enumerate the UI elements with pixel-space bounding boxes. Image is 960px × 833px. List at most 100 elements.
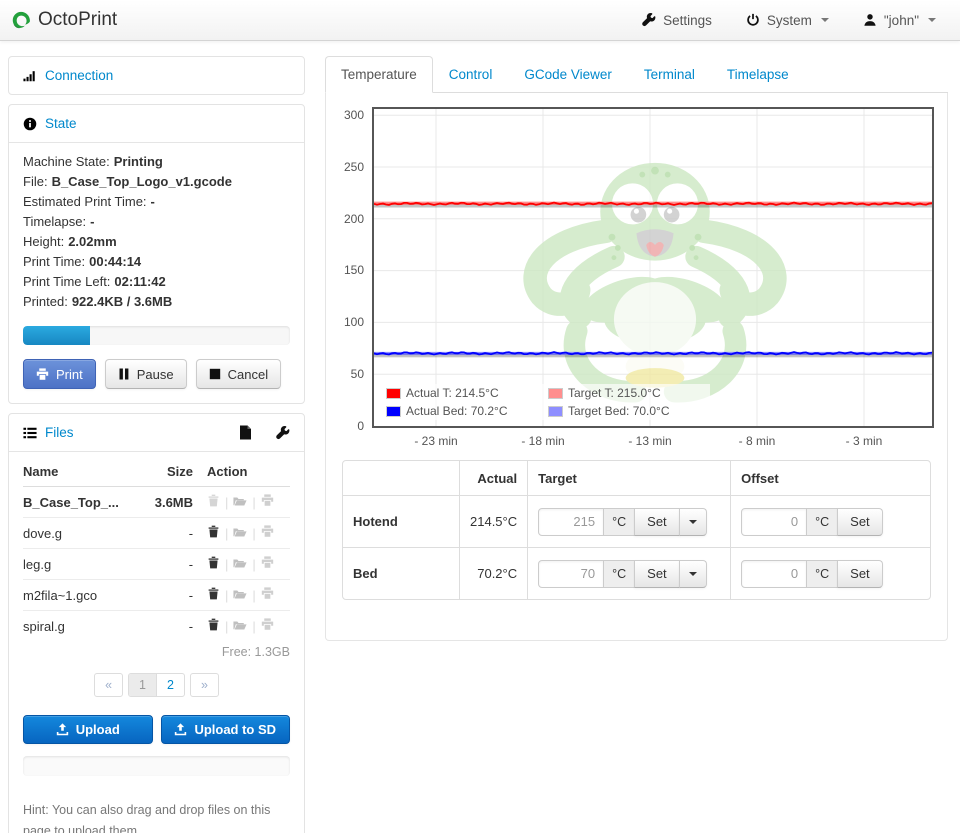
file-name[interactable]: m2fila~1.gco xyxy=(23,580,142,611)
upload-button[interactable]: Upload xyxy=(23,715,153,744)
action-separator: | xyxy=(252,495,255,510)
x-tick: - 8 min xyxy=(739,434,776,448)
state-panel-header[interactable]: State xyxy=(9,105,304,142)
pagination-next[interactable]: » xyxy=(191,674,218,696)
print-file-icon xyxy=(261,587,274,603)
bed-target-set-button[interactable]: Set xyxy=(634,560,680,588)
files-col-name: Name xyxy=(23,458,142,487)
file-row: spiral.g-|| xyxy=(23,611,290,642)
stop-icon xyxy=(209,368,221,380)
tab-timelapse[interactable]: Timelapse xyxy=(711,56,805,93)
legend-label-actual-t: Actual T: 214.5°C xyxy=(406,386,499,400)
tab-terminal[interactable]: Terminal xyxy=(628,56,711,93)
chart-x-axis-labels: - 23 min - 18 min - 13 min - 8 min - 3 m… xyxy=(372,428,934,452)
legend-swatch-target-t xyxy=(548,388,563,399)
chevron-down-icon xyxy=(821,18,829,22)
action-separator: | xyxy=(225,526,228,541)
file-size: - xyxy=(142,518,207,549)
pagination-prev[interactable]: « xyxy=(95,674,122,696)
chart-series-lines xyxy=(374,109,934,426)
print-button-label: Print xyxy=(56,367,83,382)
bed-offset-input[interactable] xyxy=(741,560,807,588)
tab-bar: Temperature Control GCode Viewer Termina… xyxy=(325,56,948,93)
file-row: dove.g-|| xyxy=(23,518,290,549)
file-name[interactable]: dove.g xyxy=(23,518,142,549)
pause-icon xyxy=(118,368,130,380)
upload-progress-bar xyxy=(23,756,290,776)
system-menu[interactable]: System xyxy=(746,13,829,28)
temp-col-actual: Actual xyxy=(459,461,527,495)
action-separator: | xyxy=(252,619,255,634)
settings-button[interactable]: Settings xyxy=(642,13,712,28)
tab-temperature[interactable]: Temperature xyxy=(325,56,433,93)
files-panel-header[interactable]: Files xyxy=(9,414,304,451)
pause-button[interactable]: Pause xyxy=(105,359,187,389)
printed-label: Printed: xyxy=(23,294,68,309)
print-button[interactable]: Print xyxy=(23,359,96,389)
bed-target-input[interactable] xyxy=(538,560,604,588)
upload-icon xyxy=(174,723,187,736)
tab-gcode-viewer[interactable]: GCode Viewer xyxy=(508,56,628,93)
delete-file-icon[interactable] xyxy=(207,525,220,541)
file-name[interactable]: spiral.g xyxy=(23,611,142,642)
print-file-icon xyxy=(261,525,274,541)
cancel-button[interactable]: Cancel xyxy=(196,359,281,389)
temp-col-offset: Offset xyxy=(730,461,930,495)
files-col-size: Size xyxy=(142,458,207,487)
action-separator: | xyxy=(225,495,228,510)
cancel-button-label: Cancel xyxy=(228,367,268,382)
upload-to-sd-button[interactable]: Upload to SD xyxy=(161,715,291,744)
hotend-offset-input[interactable] xyxy=(741,508,807,536)
load-file-icon xyxy=(233,587,247,603)
file-value: B_Case_Top_Logo_v1.gcode xyxy=(52,174,232,189)
y-tick: 0 xyxy=(357,419,364,433)
hotend-target-dropdown-button[interactable] xyxy=(679,508,707,536)
tab-control[interactable]: Control xyxy=(433,56,509,93)
x-tick: - 3 min xyxy=(846,434,883,448)
print-progress-fill xyxy=(23,326,90,345)
bed-offset-set-button[interactable]: Set xyxy=(837,560,883,588)
sidebar: Connection State Machine State:Printing … xyxy=(8,56,305,833)
delete-file-icon[interactable] xyxy=(207,556,220,572)
user-menu[interactable]: "john" xyxy=(863,13,936,28)
temperature-chart: 300 250 200 150 100 50 0 xyxy=(372,107,934,452)
connection-panel-header[interactable]: Connection xyxy=(9,57,304,94)
files-settings-wrench-icon[interactable] xyxy=(276,426,290,440)
chevron-down-icon xyxy=(928,18,936,22)
pagination-page-2[interactable]: 2 xyxy=(156,674,184,696)
print-time-left-value: 02:11:42 xyxy=(114,274,165,289)
height-label: Height: xyxy=(23,234,64,249)
delete-file-icon[interactable] xyxy=(207,587,220,603)
load-file-icon xyxy=(233,494,247,510)
bed-target-dropdown-button[interactable] xyxy=(679,560,707,588)
bed-label: Bed xyxy=(343,547,459,599)
navbar: OctoPrint Settings System "john" xyxy=(0,0,960,41)
pagination-page-1[interactable]: 1 xyxy=(129,674,156,696)
legend-swatch-actual-t xyxy=(386,388,401,399)
sd-file-icon[interactable] xyxy=(239,425,252,440)
user-label: "john" xyxy=(884,13,919,28)
temperature-tab-pane: 300 250 200 150 100 50 0 xyxy=(325,93,948,641)
info-icon xyxy=(23,117,37,131)
estimated-time-label: Estimated Print Time: xyxy=(23,194,147,209)
hotend-row: Hotend 214.5°C °C Set xyxy=(343,495,930,547)
bed-offset-unit: °C xyxy=(806,560,838,588)
hotend-offset-set-button[interactable]: Set xyxy=(837,508,883,536)
printed-value: 922.4KB / 3.6MB xyxy=(72,294,172,309)
file-name[interactable]: B_Case_Top_... xyxy=(23,487,142,518)
file-name[interactable]: leg.g xyxy=(23,549,142,580)
upload-button-label: Upload xyxy=(76,722,120,737)
delete-file-icon xyxy=(207,494,220,510)
action-separator: | xyxy=(225,619,228,634)
hotend-target-set-button[interactable]: Set xyxy=(634,508,680,536)
y-tick: 250 xyxy=(344,160,364,174)
wrench-icon xyxy=(642,13,656,27)
hotend-target-input[interactable] xyxy=(538,508,604,536)
settings-label: Settings xyxy=(663,13,712,28)
file-row: m2fila~1.gco-|| xyxy=(23,580,290,611)
print-time-value: 00:44:14 xyxy=(89,254,141,269)
load-file-icon xyxy=(233,525,247,541)
delete-file-icon[interactable] xyxy=(207,618,220,634)
bed-actual-value: 70.2°C xyxy=(459,547,527,599)
legend-swatch-target-bed xyxy=(548,406,563,417)
